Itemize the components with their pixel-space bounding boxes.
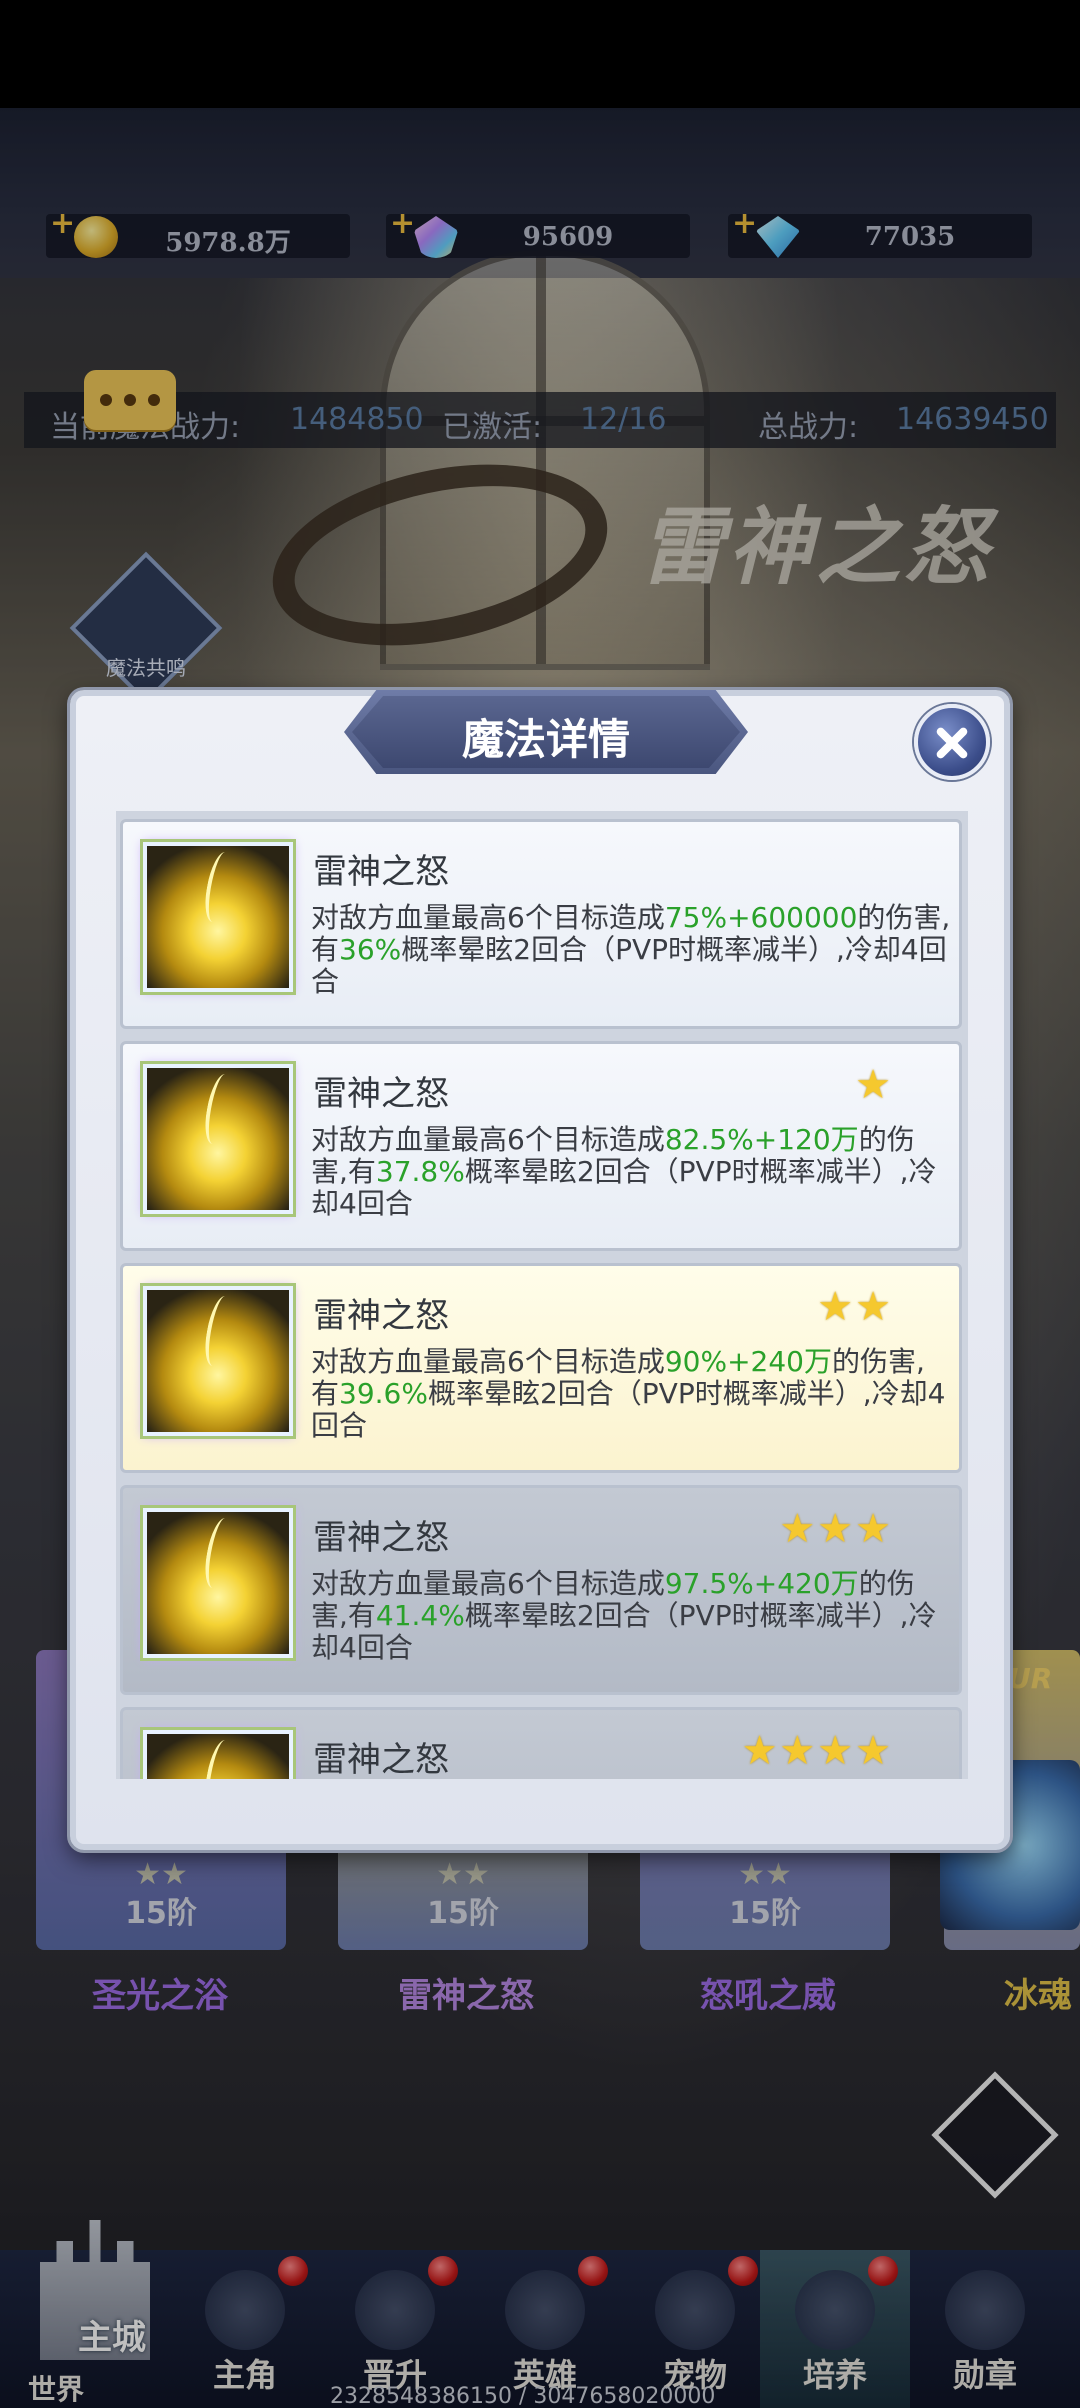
thunder-skill-icon [143, 842, 293, 992]
skill-list[interactable]: 雷神之怒 对敌方血量最高6个目标造成75%+600000的伤害,有36%概率晕眩… [116, 811, 968, 1779]
skill-description: 对敌方血量最高6个目标造成90%+240万的伤害,有39.6%概率晕眩2回合（P… [311, 1345, 946, 1442]
skill-name: 雷神之怒 [313, 1296, 449, 1336]
skill-level-card-current: 雷神之怒 ★★ 对敌方血量最高6个目标造成90%+240万的伤害,有39.6%概… [120, 1263, 962, 1473]
close-button[interactable] [914, 704, 990, 780]
star-rating: ★★ [817, 1284, 893, 1330]
skill-level-card: 雷神之怒 对敌方血量最高6个目标造成75%+600000的伤害,有36%概率晕眩… [120, 819, 962, 1029]
skill-name: 雷神之怒 [313, 1074, 449, 1114]
skill-description: 对敌方血量最高6个目标造成75%+600000的伤害,有36%概率晕眩2回合（P… [311, 901, 951, 998]
thunder-skill-icon [143, 1064, 293, 1214]
skill-level-card: 雷神之怒 ★ 对敌方血量最高6个目标造成82.5%+120万的伤害,有37.8%… [120, 1041, 962, 1251]
skill-description: 对敌方血量最高6个目标造成97.5%+420万的伤害,有41.4%概率晕眩2回合… [311, 1567, 937, 1664]
skill-name: 雷神之怒 [313, 1518, 449, 1558]
thunder-skill-icon [143, 1730, 293, 1779]
star-rating: ★★★★ [741, 1728, 893, 1774]
star-rating: ★ [855, 1062, 893, 1108]
skill-name: 雷神之怒 [313, 852, 449, 892]
game-screen: + 5978.8万 + 95609 + 77035 当前魔法战力: 148485… [0, 0, 1080, 2408]
skill-name: 雷神之怒 [313, 1740, 449, 1779]
magic-detail-dialog: 魔法详情 雷神之怒 对敌方血量最高6个目标造成75%+600000的伤害,有36… [70, 690, 1010, 1850]
thunder-skill-icon [143, 1286, 293, 1436]
skill-description: 对敌方血量最高6个目标造成82.5%+120万的伤害,有37.8%概率晕眩2回合… [311, 1123, 937, 1220]
skill-level-card-locked: 雷神之怒 ★★★ 对敌方血量最高6个目标造成97.5%+420万的伤害,有41.… [120, 1485, 962, 1695]
skill-level-card-locked: 雷神之怒 ★★★★ [120, 1707, 962, 1779]
dialog-title: 魔法详情 [461, 715, 630, 764]
star-rating: ★★★ [779, 1506, 893, 1552]
thunder-skill-icon [143, 1508, 293, 1658]
